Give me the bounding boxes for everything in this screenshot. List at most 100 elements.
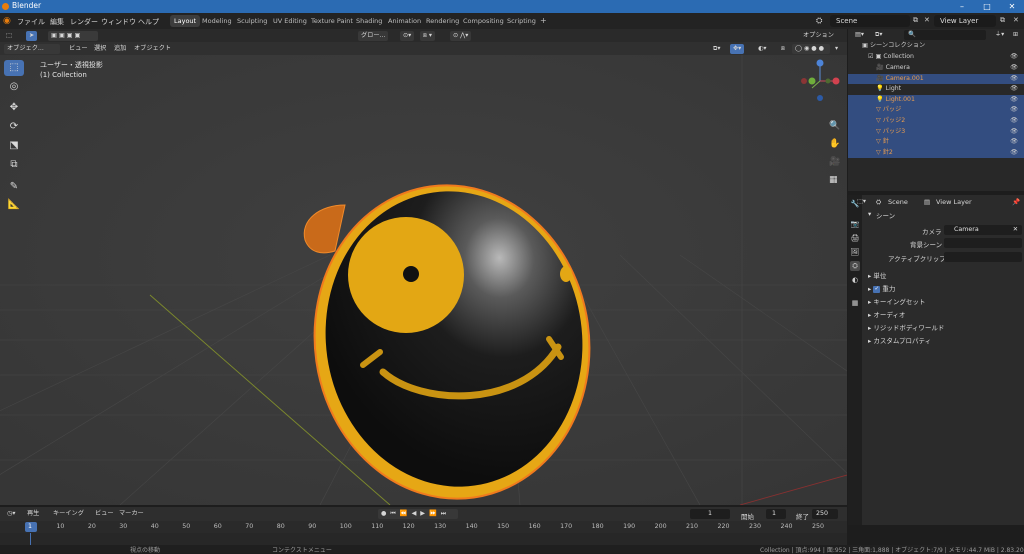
measure-icon[interactable]: 📐 <box>4 197 24 213</box>
tab-texture-paint[interactable]: Texture Paint <box>307 15 357 27</box>
minimize-button[interactable]: – <box>950 0 974 13</box>
timeline-editor-type-icon[interactable]: ◷▾ <box>4 509 19 519</box>
display-mode-icon[interactable]: ⧉▾ <box>872 30 886 40</box>
scale-icon[interactable]: ⬔ <box>4 138 24 154</box>
current-frame-field[interactable]: 1 <box>690 509 730 519</box>
keying-sets-panel[interactable]: ▸ キーイングセット <box>868 296 925 306</box>
gizmo-toggle[interactable]: ✥▾ <box>730 43 745 54</box>
tab-shading[interactable]: Shading <box>352 15 386 27</box>
start-frame-field[interactable]: 1 <box>766 509 786 519</box>
delete-scene-icon[interactable]: ✕ <box>924 16 930 24</box>
menu-select[interactable]: 選択 <box>91 44 109 54</box>
timeline-menu-playback[interactable]: 再生 <box>24 509 42 519</box>
menu-object[interactable]: オブジェクト <box>131 44 174 54</box>
outliner-collection[interactable]: ☑ ▣ Collection 👁 <box>848 52 1024 63</box>
view-layer-tab-icon[interactable]: 🖼 <box>850 247 860 257</box>
tab-rendering[interactable]: Rendering <box>422 15 463 27</box>
shading-mode-buttons[interactable]: ◯ ◉ ● ● <box>792 43 830 54</box>
world-tab-icon[interactable]: ◐ <box>850 275 860 285</box>
gravity-panel[interactable]: ▸ ✓ 重力 <box>868 283 895 293</box>
menu-edit[interactable]: 編集 <box>50 17 64 27</box>
outliner-item[interactable]: ▽ 針 👁 <box>848 137 1024 148</box>
new-view-layer-icon[interactable]: ⧉ <box>1000 16 1005 25</box>
eye-icon[interactable]: 👁 <box>1010 116 1018 127</box>
outliner-item[interactable]: ▽ パッジ2 👁 <box>848 116 1024 127</box>
hand-icon[interactable]: ✋ <box>829 139 840 149</box>
pivot-point-dropdown[interactable]: ⊙▾ <box>400 30 415 41</box>
tab-scripting[interactable]: Scripting <box>503 15 540 27</box>
xray-toggle[interactable]: ⧈ <box>778 44 788 54</box>
eye-icon[interactable]: 👁 <box>1010 105 1018 116</box>
close-button[interactable]: ✕ <box>1000 0 1024 13</box>
eye-icon[interactable]: 👁 <box>1010 74 1018 85</box>
select-mode-buttons[interactable]: ▣ ▣ ▣ ▣ <box>48 30 98 41</box>
grid-view-icon[interactable]: ▦ <box>829 175 838 185</box>
eye-icon[interactable]: 👁 <box>1010 63 1018 74</box>
transform-icon[interactable]: ⧉ <box>4 157 24 173</box>
menu-window[interactable]: ウィンドウ <box>101 17 136 27</box>
tab-compositing[interactable]: Compositing <box>459 15 508 27</box>
maximize-button[interactable]: □ <box>975 0 999 13</box>
outliner-item[interactable]: 💡 Light.001 👁 <box>848 94 1024 106</box>
menu-help[interactable]: ヘルプ <box>138 17 159 27</box>
eye-icon[interactable]: 👁 <box>1010 84 1018 95</box>
filter-icon[interactable]: ⏚▾ <box>992 30 1007 40</box>
audio-panel[interactable]: ▸ オーディオ <box>868 309 905 319</box>
active-clip-field[interactable] <box>944 252 1022 262</box>
eye-icon[interactable]: 👁 <box>1010 148 1018 159</box>
scene-panel-title[interactable]: シーン <box>876 210 895 220</box>
scene-selector[interactable]: Scene <box>830 15 910 27</box>
add-workspace-button[interactable]: + <box>536 15 551 27</box>
overlay-toggle[interactable]: ◐▾ <box>755 44 770 54</box>
annotate-icon[interactable]: ✎ <box>4 179 24 195</box>
custom-properties-panel[interactable]: ▸ カスタムプロパティ <box>868 335 931 345</box>
menu-view[interactable]: ビュー <box>66 44 91 54</box>
3d-viewport[interactable]: ユーザー・透視投影 (1) Collection 🔍 ✋ 🎥 ▦ <box>0 55 847 505</box>
timeline-menu-view[interactable]: ビュー <box>92 509 117 519</box>
visibility-dropdown[interactable]: ⧉▾ <box>710 44 724 54</box>
render-tab-icon[interactable]: 📷 <box>850 219 860 229</box>
scene-icon[interactable]: ⛭ <box>816 16 822 26</box>
shading-options-dropdown[interactable]: ▾ <box>832 44 841 54</box>
new-collection-icon[interactable]: ⊞ <box>1010 30 1021 40</box>
snap-toggle[interactable]: ⧈ ▾ <box>420 30 436 41</box>
cursor-icon[interactable]: ◎ <box>4 79 24 95</box>
select-tweak-icon[interactable]: ➤ <box>26 30 38 41</box>
camera-field[interactable]: Camera ✕ <box>944 225 1022 235</box>
mode-dropdown[interactable]: オブジェク... <box>4 43 60 54</box>
tab-sculpting[interactable]: Sculpting <box>233 15 271 27</box>
timeline-menu-marker[interactable]: マーカー <box>116 509 147 519</box>
gravity-checkbox[interactable]: ✓ <box>873 285 881 293</box>
transform-orientation-dropdown[interactable]: グロー... <box>358 30 389 41</box>
camera-view-icon[interactable]: 🎥 <box>829 157 840 167</box>
outliner-item[interactable]: 🎥 Camera.001 👁 <box>848 73 1024 85</box>
rigid-body-world-panel[interactable]: ▸ リジッドボディワールド <box>868 322 944 332</box>
playback-controls[interactable]: ● ⏮ ⏪ ◀ ▶ ⏩ ⏭ <box>378 509 458 519</box>
units-panel[interactable]: ▸ 単位 <box>868 270 886 280</box>
tab-uv-editing[interactable]: UV Editing <box>269 15 311 27</box>
outliner-item[interactable]: 🎥 Camera 👁 <box>848 63 1024 74</box>
outliner-item[interactable]: ▽ パッジ 👁 <box>848 105 1024 116</box>
output-tab-icon[interactable]: 🖨 <box>850 233 860 243</box>
eye-icon[interactable]: 👁 <box>1010 95 1018 106</box>
menu-render[interactable]: レンダー <box>70 17 98 27</box>
outliner-item[interactable]: 💡 Light 👁 <box>848 84 1024 95</box>
delete-view-layer-icon[interactable]: ✕ <box>1013 16 1019 24</box>
view-layer-selector[interactable]: View Layer <box>934 15 996 27</box>
menu-file[interactable]: ファイル <box>17 17 45 27</box>
tab-animation[interactable]: Animation <box>384 15 425 27</box>
zoom-icon[interactable]: 🔍 <box>829 121 840 131</box>
clear-camera-icon[interactable]: ✕ <box>1013 225 1018 235</box>
texture-tab-icon[interactable]: ▦ <box>850 298 860 308</box>
pin-icon[interactable]: 📌 <box>1012 198 1020 206</box>
editor-type-icon[interactable]: ⬚ <box>3 31 15 41</box>
end-frame-field[interactable]: 250 <box>812 509 838 519</box>
tab-layout[interactable]: Layout <box>170 15 201 27</box>
tab-modeling[interactable]: Modeling <box>198 15 236 27</box>
rotate-icon[interactable]: ⟳ <box>4 119 24 135</box>
new-scene-icon[interactable]: ⧉ <box>913 16 918 25</box>
scene-tab-icon[interactable]: ⛭ <box>850 261 860 271</box>
outliner-item[interactable]: ▽ パッジ3 👁 <box>848 126 1024 138</box>
timeline-ruler[interactable]: 1 10 20 30 40 50 60 70 80 90 100 110 120 130 140 150 160… <box>0 521 847 533</box>
eye-icon[interactable]: 👁 <box>1010 137 1018 148</box>
